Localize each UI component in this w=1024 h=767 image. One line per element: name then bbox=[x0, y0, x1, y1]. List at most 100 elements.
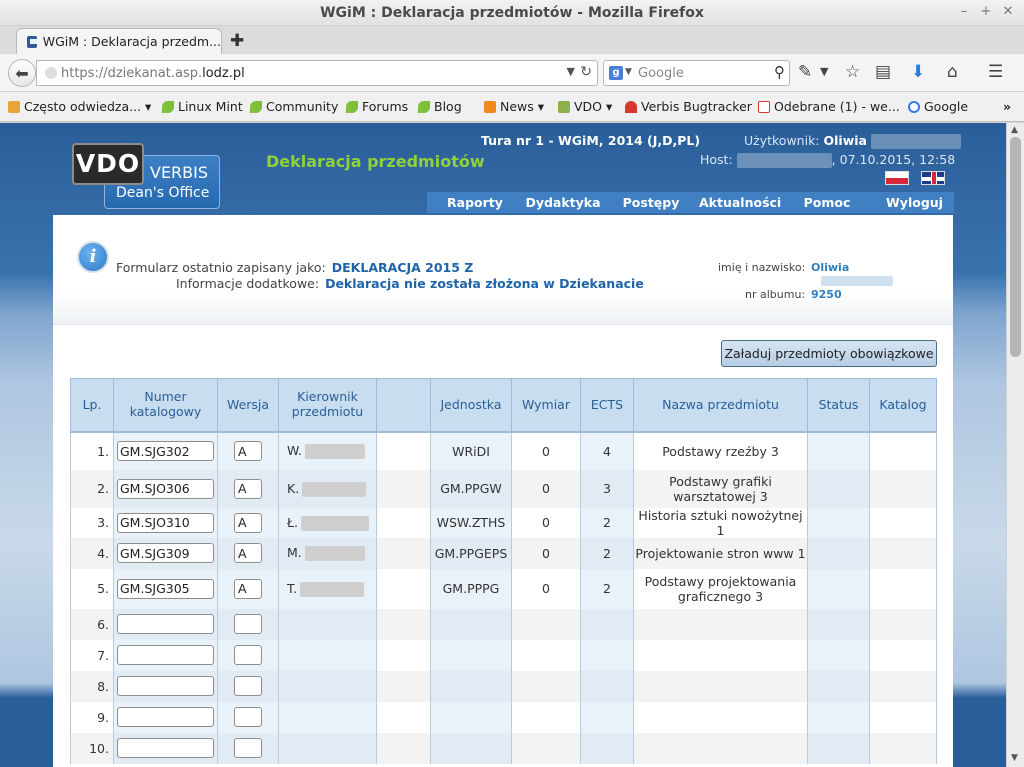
status-cell bbox=[807, 639, 870, 671]
version-cell bbox=[217, 537, 279, 569]
catalog-number-input[interactable] bbox=[117, 441, 214, 461]
polish-flag-icon[interactable] bbox=[885, 171, 909, 185]
empty-cell bbox=[376, 639, 431, 671]
bookmark-item[interactable]: VDO ▾ bbox=[558, 99, 612, 114]
version-input[interactable] bbox=[234, 645, 262, 665]
bookmark-item[interactable]: Community bbox=[250, 99, 338, 114]
back-button[interactable]: ⬅ bbox=[8, 59, 36, 87]
table-row: 8. bbox=[70, 670, 937, 702]
instructor-initial: Ł. bbox=[287, 514, 298, 530]
engine-dropdown-icon[interactable]: ▼ bbox=[625, 67, 632, 77]
reload-icon[interactable]: ↻ bbox=[580, 64, 592, 80]
bookmark-item[interactable]: Linux Mint bbox=[162, 99, 243, 114]
menu-wyloguj[interactable]: Wyloguj bbox=[875, 192, 954, 213]
new-tab-icon[interactable]: ✚ bbox=[230, 31, 244, 51]
tab-strip: WGiM : Deklaracja przedm... ✚ bbox=[0, 26, 1024, 54]
bookmark-item[interactable]: Google bbox=[908, 99, 968, 114]
download-icon[interactable]: ⬇ bbox=[911, 62, 925, 82]
version-input[interactable] bbox=[234, 676, 262, 696]
version-cell bbox=[217, 701, 279, 733]
menu-dydaktyka[interactable]: Dydaktyka bbox=[523, 192, 603, 213]
version-input[interactable] bbox=[234, 738, 262, 758]
bookmark-item[interactable]: Forums bbox=[346, 99, 408, 114]
bookmark-item[interactable]: Odebrane (1) - we... bbox=[758, 99, 900, 114]
version-input[interactable] bbox=[234, 441, 262, 461]
version-input[interactable] bbox=[234, 707, 262, 727]
scroll-down-icon[interactable]: ▼ bbox=[1011, 753, 1018, 763]
bookmark-item[interactable]: Często odwiedza... ▾ bbox=[8, 99, 151, 114]
catalog-cell bbox=[869, 469, 937, 508]
menu-hamburger-icon[interactable]: ☰ bbox=[988, 62, 1003, 82]
catalog-number-input[interactable] bbox=[117, 578, 214, 599]
row-number: 4. bbox=[70, 537, 114, 569]
google-engine-icon[interactable]: g bbox=[609, 66, 623, 80]
catalog-number-input[interactable] bbox=[117, 676, 214, 696]
version-input[interactable] bbox=[234, 578, 262, 599]
extension-dropdown-icon[interactable]: ▼ bbox=[820, 65, 828, 78]
english-flag-icon[interactable] bbox=[921, 171, 945, 185]
page-scrollbar[interactable]: ▲ ▼ bbox=[1006, 123, 1024, 767]
window-title: WGiM : Deklaracja przedmiotów - Mozilla … bbox=[320, 5, 704, 21]
version-input[interactable] bbox=[234, 512, 262, 533]
catalog-number-input[interactable] bbox=[117, 614, 214, 634]
bookmark-item[interactable]: News ▾ bbox=[484, 99, 544, 114]
bookmark-star-icon[interactable]: ☆ bbox=[845, 62, 860, 82]
empty-cell bbox=[376, 469, 431, 508]
catalog-number-input[interactable] bbox=[117, 738, 214, 758]
unit-cell: GM.PPGEPS bbox=[430, 537, 512, 569]
google-icon bbox=[908, 100, 920, 113]
row-number: 8. bbox=[70, 670, 114, 702]
ects-cell bbox=[580, 608, 634, 640]
load-mandatory-subjects-button[interactable]: Załaduj przedmioty obowiązkowe bbox=[721, 340, 937, 367]
menu-pomoc[interactable]: Pomoc bbox=[779, 192, 875, 213]
version-input[interactable] bbox=[234, 543, 262, 563]
url-history-dropdown-icon[interactable]: ▼ bbox=[567, 65, 575, 78]
bookmarks-overflow-icon[interactable]: » bbox=[1003, 99, 1011, 114]
url-bar[interactable]: https://dziekanat.asp.lodz.pl ▼ ↻ bbox=[36, 60, 598, 86]
status-cell bbox=[807, 507, 870, 538]
instructor-cell bbox=[278, 701, 377, 733]
extension-icon[interactable]: ✎ bbox=[798, 62, 812, 82]
page-viewport: VDO VERBIS Dean's Office Deklaracja prze… bbox=[0, 123, 1006, 767]
menu-raporty[interactable]: Raporty bbox=[427, 192, 523, 213]
instructor-cell: K. bbox=[278, 469, 377, 508]
minimize-icon[interactable]: – bbox=[954, 3, 974, 21]
version-cell bbox=[217, 608, 279, 640]
instructor-cell: T. bbox=[278, 568, 377, 609]
catalog-number-input[interactable] bbox=[117, 707, 214, 727]
menu-postepy[interactable]: Postępy bbox=[603, 192, 699, 213]
redacted-instructor-name bbox=[304, 444, 365, 459]
home-icon[interactable]: ⌂ bbox=[947, 62, 958, 82]
mint-leaf-icon bbox=[162, 100, 174, 113]
hours-cell: 0 bbox=[511, 431, 581, 470]
catalog-number-input[interactable] bbox=[117, 478, 214, 499]
redacted-instructor-name bbox=[300, 581, 365, 597]
table-row: 7. bbox=[70, 639, 937, 671]
catalog-number-input[interactable] bbox=[117, 645, 214, 665]
album-number-label: nr albumu: bbox=[745, 288, 806, 301]
catalog-cell bbox=[869, 701, 937, 733]
student-name-label: imię i nazwisko: bbox=[718, 261, 806, 274]
bookmark-item[interactable]: Verbis Bugtracker bbox=[625, 99, 752, 114]
version-cell bbox=[217, 670, 279, 702]
bookmark-item[interactable]: Blog bbox=[418, 99, 462, 114]
maximize-icon[interactable]: + bbox=[976, 3, 996, 21]
instructor-cell: W. bbox=[278, 431, 377, 470]
version-input[interactable] bbox=[234, 614, 262, 634]
reading-list-icon[interactable]: ▤ bbox=[875, 62, 891, 82]
redacted-instructor-name bbox=[302, 481, 367, 497]
scroll-up-icon[interactable]: ▲ bbox=[1011, 125, 1018, 135]
catalog-number-input[interactable] bbox=[117, 543, 214, 563]
version-input[interactable] bbox=[234, 478, 262, 499]
browser-tab[interactable]: WGiM : Deklaracja przedm... bbox=[16, 28, 222, 54]
close-icon[interactable]: ✕ bbox=[998, 3, 1018, 21]
status-cell bbox=[807, 469, 870, 508]
menu-aktualnosci[interactable]: Aktualności bbox=[699, 192, 781, 213]
search-icon[interactable]: ⚲ bbox=[774, 63, 785, 81]
ects-cell bbox=[580, 732, 634, 764]
tab-label: WGiM : Deklaracja przedm... bbox=[42, 34, 221, 49]
scrollbar-thumb[interactable] bbox=[1010, 137, 1021, 357]
vdo-verbis-logo: VDO VERBIS Dean's Office bbox=[72, 143, 220, 209]
catalog-number-input[interactable] bbox=[117, 512, 214, 533]
search-bar[interactable]: g ▼ Google ⚲ bbox=[603, 60, 790, 86]
